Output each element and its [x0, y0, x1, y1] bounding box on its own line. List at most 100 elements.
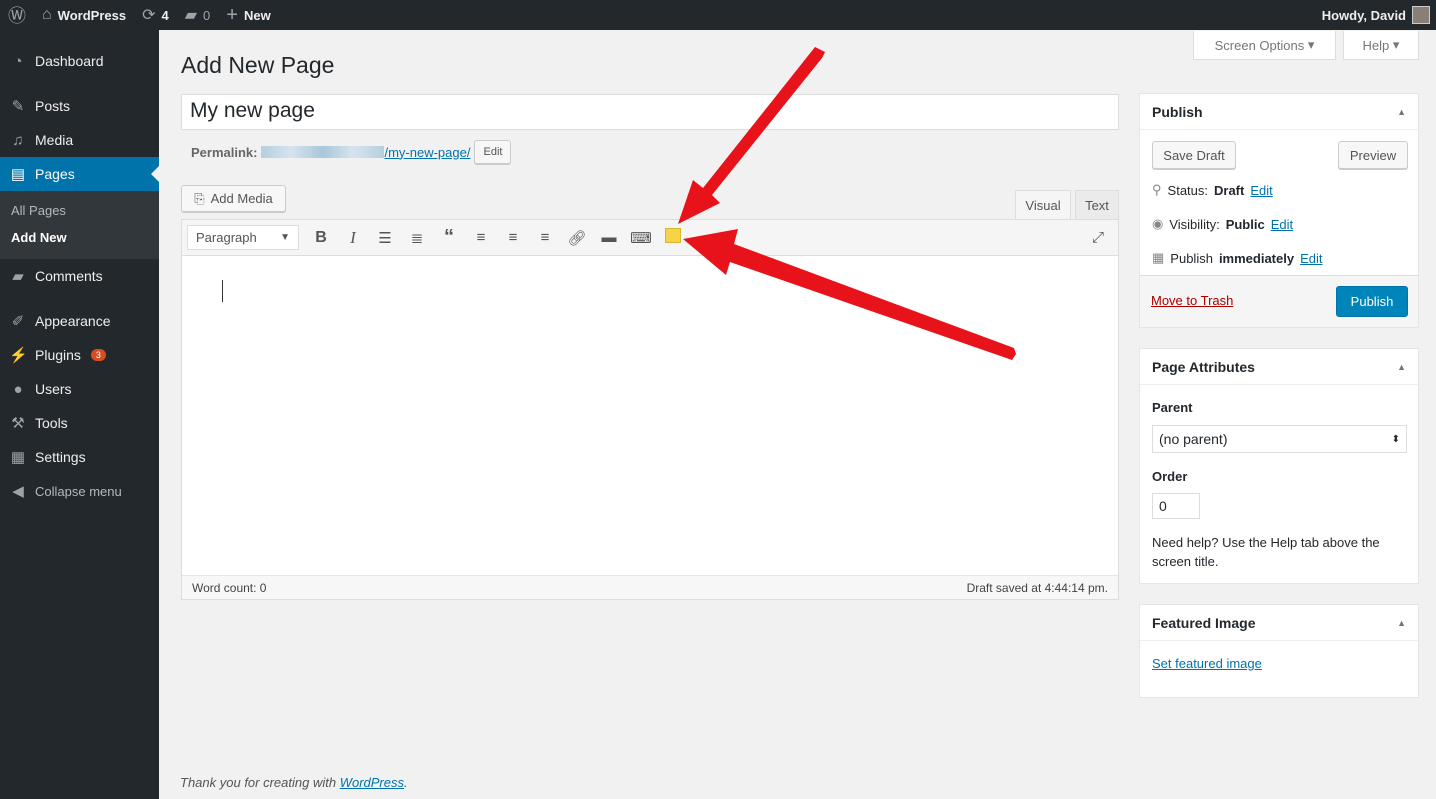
- chevron-down-icon: ▼: [280, 232, 290, 243]
- toolbar-toggle-icon[interactable]: ⌨: [625, 229, 657, 247]
- media-icon: ⎘: [194, 190, 205, 206]
- pin-icon: ✎: [11, 98, 25, 115]
- bullet-list-icon[interactable]: ☰: [369, 229, 401, 247]
- move-to-trash-link[interactable]: Move to Trash: [1151, 293, 1233, 308]
- plus-icon: +: [226, 3, 238, 26]
- preview-button[interactable]: Preview: [1338, 141, 1408, 169]
- settings-icon: ▦: [10, 449, 26, 466]
- submenu-add-new[interactable]: Add New: [0, 224, 159, 251]
- word-count: Word count: 0: [192, 580, 267, 595]
- bold-icon[interactable]: B: [305, 229, 337, 247]
- collapse-icon: ◀: [12, 483, 24, 500]
- visibility-row: ◉ Visibility: Public Edit: [1152, 216, 1294, 232]
- parent-label: Parent: [1152, 400, 1193, 415]
- publish-header[interactable]: Publish ▲: [1140, 94, 1418, 130]
- pin-icon: ⚲: [1152, 182, 1162, 197]
- featured-image-header[interactable]: Featured Image ▲: [1140, 605, 1418, 641]
- editor-toolbar: Paragraph ▼ B I ☰ ≣ “ ≡ ≡ ≡ 🔗︎ ▬ ⌨ ⤢: [182, 220, 1118, 256]
- new-content-link[interactable]: + New: [218, 4, 278, 27]
- tab-text[interactable]: Text: [1075, 190, 1119, 220]
- blurred-domain: [261, 146, 385, 158]
- italic-icon[interactable]: I: [337, 228, 369, 248]
- media-icon: ♫: [12, 131, 24, 149]
- comments-link[interactable]: ▰ 0: [177, 5, 219, 25]
- save-draft-button[interactable]: Save Draft: [1152, 141, 1236, 169]
- page-attributes-header[interactable]: Page Attributes ▲: [1140, 349, 1418, 385]
- screen-options-button[interactable]: Screen Options ▾: [1193, 31, 1336, 60]
- permalink: Permalink: /my-new-page/ Edit: [191, 140, 512, 164]
- sidebar-item-media[interactable]: ♫ Media: [0, 123, 159, 157]
- pages-icon: ▤: [10, 166, 26, 183]
- publish-actions: Move to Trash Publish: [1140, 275, 1418, 327]
- order-input[interactable]: 0: [1152, 493, 1200, 519]
- admin-sidebar: ◔ Dashboard ✎ Posts ♫ Media ▤ Pages All Page…: [0, 30, 159, 799]
- numbered-list-icon[interactable]: ≣: [401, 229, 433, 247]
- visibility-edit-link[interactable]: Edit: [1271, 217, 1293, 232]
- permalink-link[interactable]: /my-new-page/: [384, 145, 470, 160]
- site-name-link[interactable]: ⌂ WordPress: [34, 6, 134, 24]
- plugin-icon: ⚡: [9, 347, 28, 364]
- fullscreen-icon[interactable]: ⤢: [1082, 229, 1114, 246]
- admin-bar: Ⓦ ⌂ WordPress ⟳ 4 ▰ 0 + New Howdy, David: [0, 0, 1436, 30]
- submenu-all-pages[interactable]: All Pages: [0, 197, 159, 224]
- help-button[interactable]: Help ▾: [1343, 31, 1419, 60]
- schedule-row: ▦ Publish immediately Edit: [1152, 250, 1323, 266]
- permalink-edit-button[interactable]: Edit: [474, 140, 512, 164]
- order-label: Order: [1152, 469, 1188, 484]
- schedule-edit-link[interactable]: Edit: [1300, 251, 1322, 266]
- select-arrows-icon: ⬍: [1391, 433, 1400, 445]
- read-more-icon[interactable]: ▬: [593, 229, 625, 246]
- brush-icon: ✐: [11, 313, 25, 330]
- add-media-button[interactable]: ⎘ Add Media: [181, 185, 286, 212]
- editor-status-bar: Word count: 0 Draft saved at 4:44:14 pm.: [182, 575, 1118, 599]
- sidebar-item-dashboard[interactable]: ◔ Dashboard: [0, 44, 159, 78]
- set-featured-image-link[interactable]: Set featured image: [1152, 656, 1262, 671]
- sidebar-item-settings[interactable]: ▦ Settings: [0, 440, 159, 474]
- tab-visual[interactable]: Visual: [1015, 190, 1071, 220]
- sidebar-item-comments[interactable]: ▰ Comments: [0, 259, 159, 293]
- format-select[interactable]: Paragraph ▼: [187, 225, 299, 250]
- pages-submenu: All Pages Add New: [0, 191, 159, 259]
- sidebar-item-appearance[interactable]: ✐ Appearance: [0, 304, 159, 338]
- content-editor: Paragraph ▼ B I ☰ ≣ “ ≡ ≡ ≡ 🔗︎ ▬ ⌨ ⤢ Word…: [181, 219, 1119, 600]
- calendar-icon: ▦: [1152, 250, 1165, 265]
- collapse-arrow-icon: ▲: [1397, 361, 1406, 372]
- page-attributes-box: Page Attributes ▲ Parent (no parent) ⬍ Ord…: [1139, 348, 1419, 584]
- status-edit-link[interactable]: Edit: [1250, 183, 1272, 198]
- link-icon[interactable]: 🔗︎: [561, 229, 593, 247]
- status-row: ⚲ Status: Draft Edit: [1152, 182, 1273, 198]
- align-right-icon[interactable]: ≡: [529, 229, 561, 246]
- sticky-note-icon[interactable]: [657, 228, 689, 247]
- home-icon: ⌂: [42, 6, 52, 23]
- blockquote-icon[interactable]: “: [433, 226, 465, 249]
- comment-icon: ▰: [12, 268, 24, 285]
- account-menu[interactable]: Howdy, David: [1322, 6, 1436, 24]
- updates-link[interactable]: ⟳ 4: [134, 5, 177, 25]
- editor-body[interactable]: [182, 257, 1118, 574]
- collapse-arrow-icon: ▲: [1397, 106, 1406, 117]
- refresh-icon: ⟳: [142, 7, 156, 24]
- dashboard-icon: ◔: [13, 52, 23, 70]
- sidebar-item-posts[interactable]: ✎ Posts: [0, 89, 159, 123]
- parent-select[interactable]: (no parent) ⬍: [1152, 425, 1407, 453]
- wordpress-logo-icon: Ⓦ: [8, 6, 26, 26]
- annotation-arrow-top: [678, 47, 825, 224]
- sidebar-item-pages[interactable]: ▤ Pages: [0, 157, 159, 191]
- wordpress-link[interactable]: WordPress: [340, 775, 404, 790]
- publish-button[interactable]: Publish: [1336, 286, 1408, 317]
- align-center-icon[interactable]: ≡: [497, 229, 529, 246]
- publish-box: Publish ▲ Save Draft Preview ⚲ Status: Draf…: [1139, 93, 1419, 328]
- draft-saved: Draft saved at 4:44:14 pm.: [966, 580, 1108, 595]
- user-icon: ●: [13, 380, 23, 398]
- sidebar-item-tools[interactable]: ⚒ Tools: [0, 406, 159, 440]
- featured-image-box: Featured Image ▲ Set featured image: [1139, 604, 1419, 698]
- wrench-icon: ⚒: [11, 415, 25, 432]
- eye-icon: ◉: [1152, 216, 1164, 231]
- sidebar-item-plugins[interactable]: ⚡ Plugins 3: [0, 338, 159, 372]
- help-text: Need help? Use the Help tab above the sc…: [1152, 535, 1380, 569]
- title-input[interactable]: My new page: [181, 94, 1119, 130]
- wp-logo-button[interactable]: Ⓦ: [0, 2, 34, 28]
- collapse-menu-button[interactable]: ◀ Collapse menu: [0, 474, 159, 508]
- sidebar-item-users[interactable]: ● Users: [0, 372, 159, 406]
- align-left-icon[interactable]: ≡: [465, 229, 497, 246]
